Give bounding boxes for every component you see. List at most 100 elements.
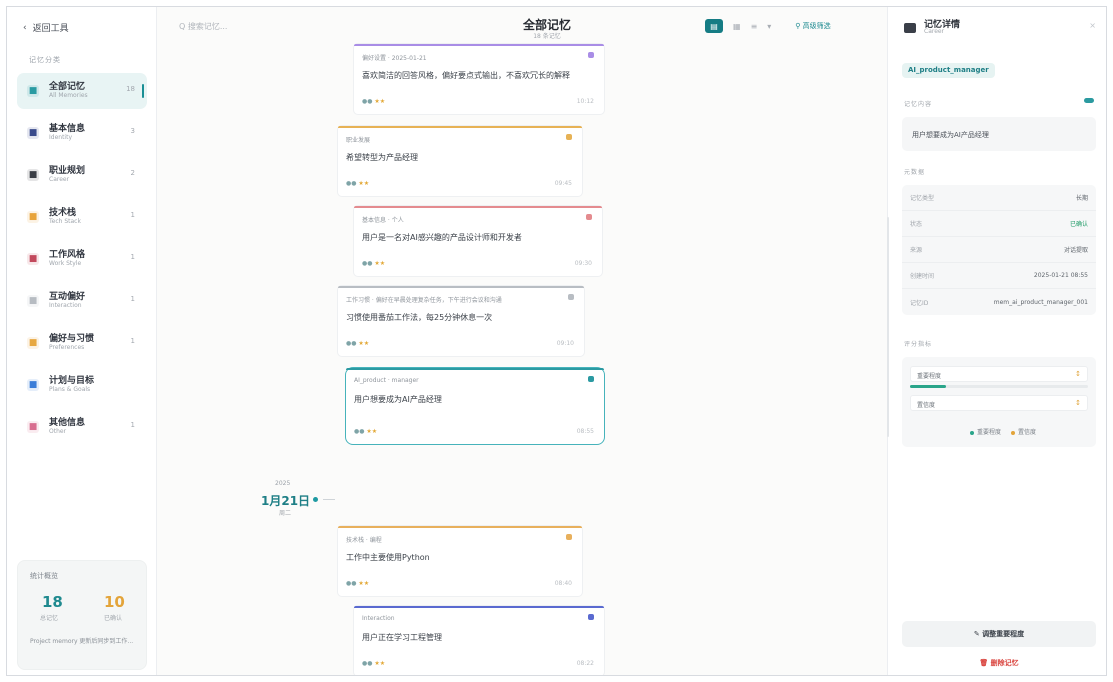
memory-card[interactable]: Interaction 用户正在学习工程管理 ●● ★★ 08:22	[353, 605, 605, 675]
active-indicator	[142, 84, 144, 98]
rating-stars: ★★	[374, 660, 386, 667]
page-subtitle: 18 条记忆	[533, 33, 561, 40]
card-content: 工作中主要使用Python	[346, 553, 430, 562]
metadata-key: 记忆类型	[910, 195, 935, 202]
metadata-row: 状态 已确认	[902, 211, 1096, 237]
sidebar-item-2[interactable]: ■ 职业规划 Career 2	[17, 157, 147, 193]
category-icon	[586, 214, 592, 220]
section-title: 记忆分类	[29, 56, 61, 64]
card-meta: Interaction	[362, 615, 395, 622]
sidebar-item-5[interactable]: ■ 互动偏好 Interaction 1	[17, 283, 147, 319]
card-content: 喜欢简洁的回答风格，偏好要点式输出，不喜欢冗长的解释	[362, 71, 570, 80]
metadata-row: 记忆类型 长期	[902, 185, 1096, 211]
nav-subtitle: Work Style	[49, 259, 82, 267]
filter-label: 高级筛选	[802, 22, 831, 30]
nav-count: 1	[130, 337, 135, 345]
sidebar-item-7[interactable]: ■ 计划与目标 Plans & Goals	[17, 367, 147, 403]
nav-subtitle: All Memories	[49, 91, 88, 99]
sidebar-item-8[interactable]: ■ 其他信息 Other 1	[17, 409, 147, 445]
metadata-table: 记忆类型 长期 状态 已确认 来源 对话提取 创建时间 2025-01-21 08:55 记忆I…	[902, 185, 1096, 315]
memory-card[interactable]: AI_product · manager 用户想要成为AI产品经理 ●● ★★ 08:…	[345, 367, 605, 445]
view-toolbar: ▤ ▦ ≡ ▾ ⚲ 高级筛选	[705, 19, 831, 33]
sort-icon[interactable]: ▾	[767, 22, 771, 31]
card-accent	[338, 286, 584, 288]
briefcase-icon: ■	[27, 169, 39, 181]
metadata-value: 对话提取	[1063, 247, 1088, 254]
stats-title: 统计概览	[30, 572, 58, 580]
grid-view-icon[interactable]: ▦	[733, 22, 741, 31]
list-view-icon[interactable]: ≡	[751, 22, 758, 31]
stats-note: Project memory 更新后同步到工作...	[30, 638, 134, 645]
sidebar-item-4[interactable]: ■ 工作风格 Work Style 1	[17, 241, 147, 277]
nav-text: 职业规划 Career	[49, 166, 85, 183]
card-accent	[354, 44, 604, 46]
card-accent	[338, 526, 582, 528]
card-meta: AI_product · manager	[354, 377, 419, 384]
timeline-connector	[323, 499, 335, 500]
chat-icon: ■	[27, 295, 39, 307]
sidebar-item-0[interactable]: ■ 全部记忆 All Memories 18	[17, 73, 147, 109]
score-label: 评分指标	[904, 341, 933, 348]
metadata-key: 记忆ID	[910, 299, 929, 307]
total-label: 总记忆	[40, 615, 59, 622]
nav-text: 偏好与习惯 Preferences	[49, 334, 94, 351]
nav-count: 1	[130, 295, 135, 303]
memory-card[interactable]: 偏好设置 · 2025-01-21 喜欢简洁的回答风格，偏好要点式输出，不喜欢冗长…	[353, 43, 605, 115]
delete-memory-button[interactable]: 🗑 删除记忆	[902, 651, 1096, 675]
legend-dot	[970, 430, 975, 435]
advanced-filter-button[interactable]: ⚲ 高级筛选	[795, 21, 830, 31]
nav-text: 全部记忆 All Memories	[49, 82, 88, 99]
adjust-importance-button[interactable]: ✎ 调整重要程度	[902, 621, 1096, 647]
nav-text: 技术栈 Tech Stack	[49, 208, 81, 225]
card-time: 09:30	[574, 260, 592, 267]
metadata-value: 2025-01-21 08:55	[1033, 272, 1088, 279]
bolt-icon: ■	[27, 211, 39, 223]
sidebar-item-3[interactable]: ■ 技术栈 Tech Stack 1	[17, 199, 147, 235]
timeline-dot	[313, 497, 318, 502]
card-rating: ●● ★★	[346, 340, 370, 347]
grid-icon: ■	[27, 85, 39, 97]
sidebar-item-6[interactable]: ■ 偏好与习惯 Preferences 1	[17, 325, 147, 361]
edit-toggle[interactable]	[1084, 98, 1094, 103]
briefcase-icon	[904, 23, 916, 33]
importance-score[interactable]: 重要程度 ↕	[910, 366, 1088, 382]
confirmed-label: 已确认	[104, 615, 123, 622]
sidebar: ‹ 返回工具 记忆分类 ■ 全部记忆 All Memories 18 ■ 基本信息 Iden…	[7, 7, 157, 675]
metadata-value: 已确认	[1069, 221, 1088, 228]
memory-card[interactable]: 基本信息 · 个人 用户是一名对AI感兴趣的产品设计师和开发者 ●● ★★ 09:30	[353, 205, 603, 277]
confidence-score[interactable]: 置信度 ↕	[910, 395, 1088, 411]
delete-label: 删除记忆	[990, 659, 1019, 667]
category-icon	[568, 294, 574, 300]
nav-text: 工作风格 Work Style	[49, 250, 85, 267]
close-icon[interactable]: ×	[1089, 21, 1096, 30]
scrollbar[interactable]	[887, 217, 889, 437]
nav-subtitle: Tech Stack	[49, 217, 81, 225]
legend-confidence: 置信度	[1017, 429, 1036, 436]
back-button[interactable]: ‹ 返回工具	[23, 21, 69, 35]
search-input[interactable]: Q 搜索记忆...	[179, 21, 227, 32]
memory-card[interactable]: 技术栈 · 编程 工作中主要使用Python ●● ★★ 08:40	[337, 525, 583, 597]
rating-stars: ★★	[358, 180, 370, 187]
memory-card[interactable]: 职业发展 希望转型为产品经理 ●● ★★ 09:45	[337, 125, 583, 197]
sidebar-item-1[interactable]: ■ 基本信息 Identity 3	[17, 115, 147, 151]
card-content: 希望转型为产品经理	[346, 153, 418, 162]
importance-fill	[910, 385, 946, 388]
edit-icon: ✎	[973, 630, 983, 638]
memory-card[interactable]: 工作习惯 · 偏好在早晨处理复杂任务，下午进行会议和沟通 习惯使用番茄工作法，每2…	[337, 285, 585, 357]
card-meta: 技术栈 · 编程	[346, 537, 382, 544]
content-box: 用户想要成为AI产品经理	[902, 117, 1096, 151]
stepper-icon: ↕	[1075, 370, 1081, 378]
metadata-value: 长期	[1075, 195, 1088, 202]
metadata-key: 状态	[910, 221, 923, 228]
nav-text: 其他信息 Other	[49, 418, 85, 435]
stepper-icon: ↕	[1075, 399, 1081, 407]
rating-stars: ★★	[358, 580, 370, 587]
back-label: 返回工具	[32, 24, 69, 34]
card-time: 09:45	[554, 180, 572, 187]
metadata-key: 来源	[910, 247, 923, 254]
category-icon	[588, 614, 594, 620]
category-icon	[588, 376, 594, 382]
card-meta: 偏好设置 · 2025-01-21	[362, 55, 427, 62]
importance-label: 重要程度	[917, 373, 942, 380]
timeline-view-button[interactable]: ▤	[705, 19, 723, 33]
